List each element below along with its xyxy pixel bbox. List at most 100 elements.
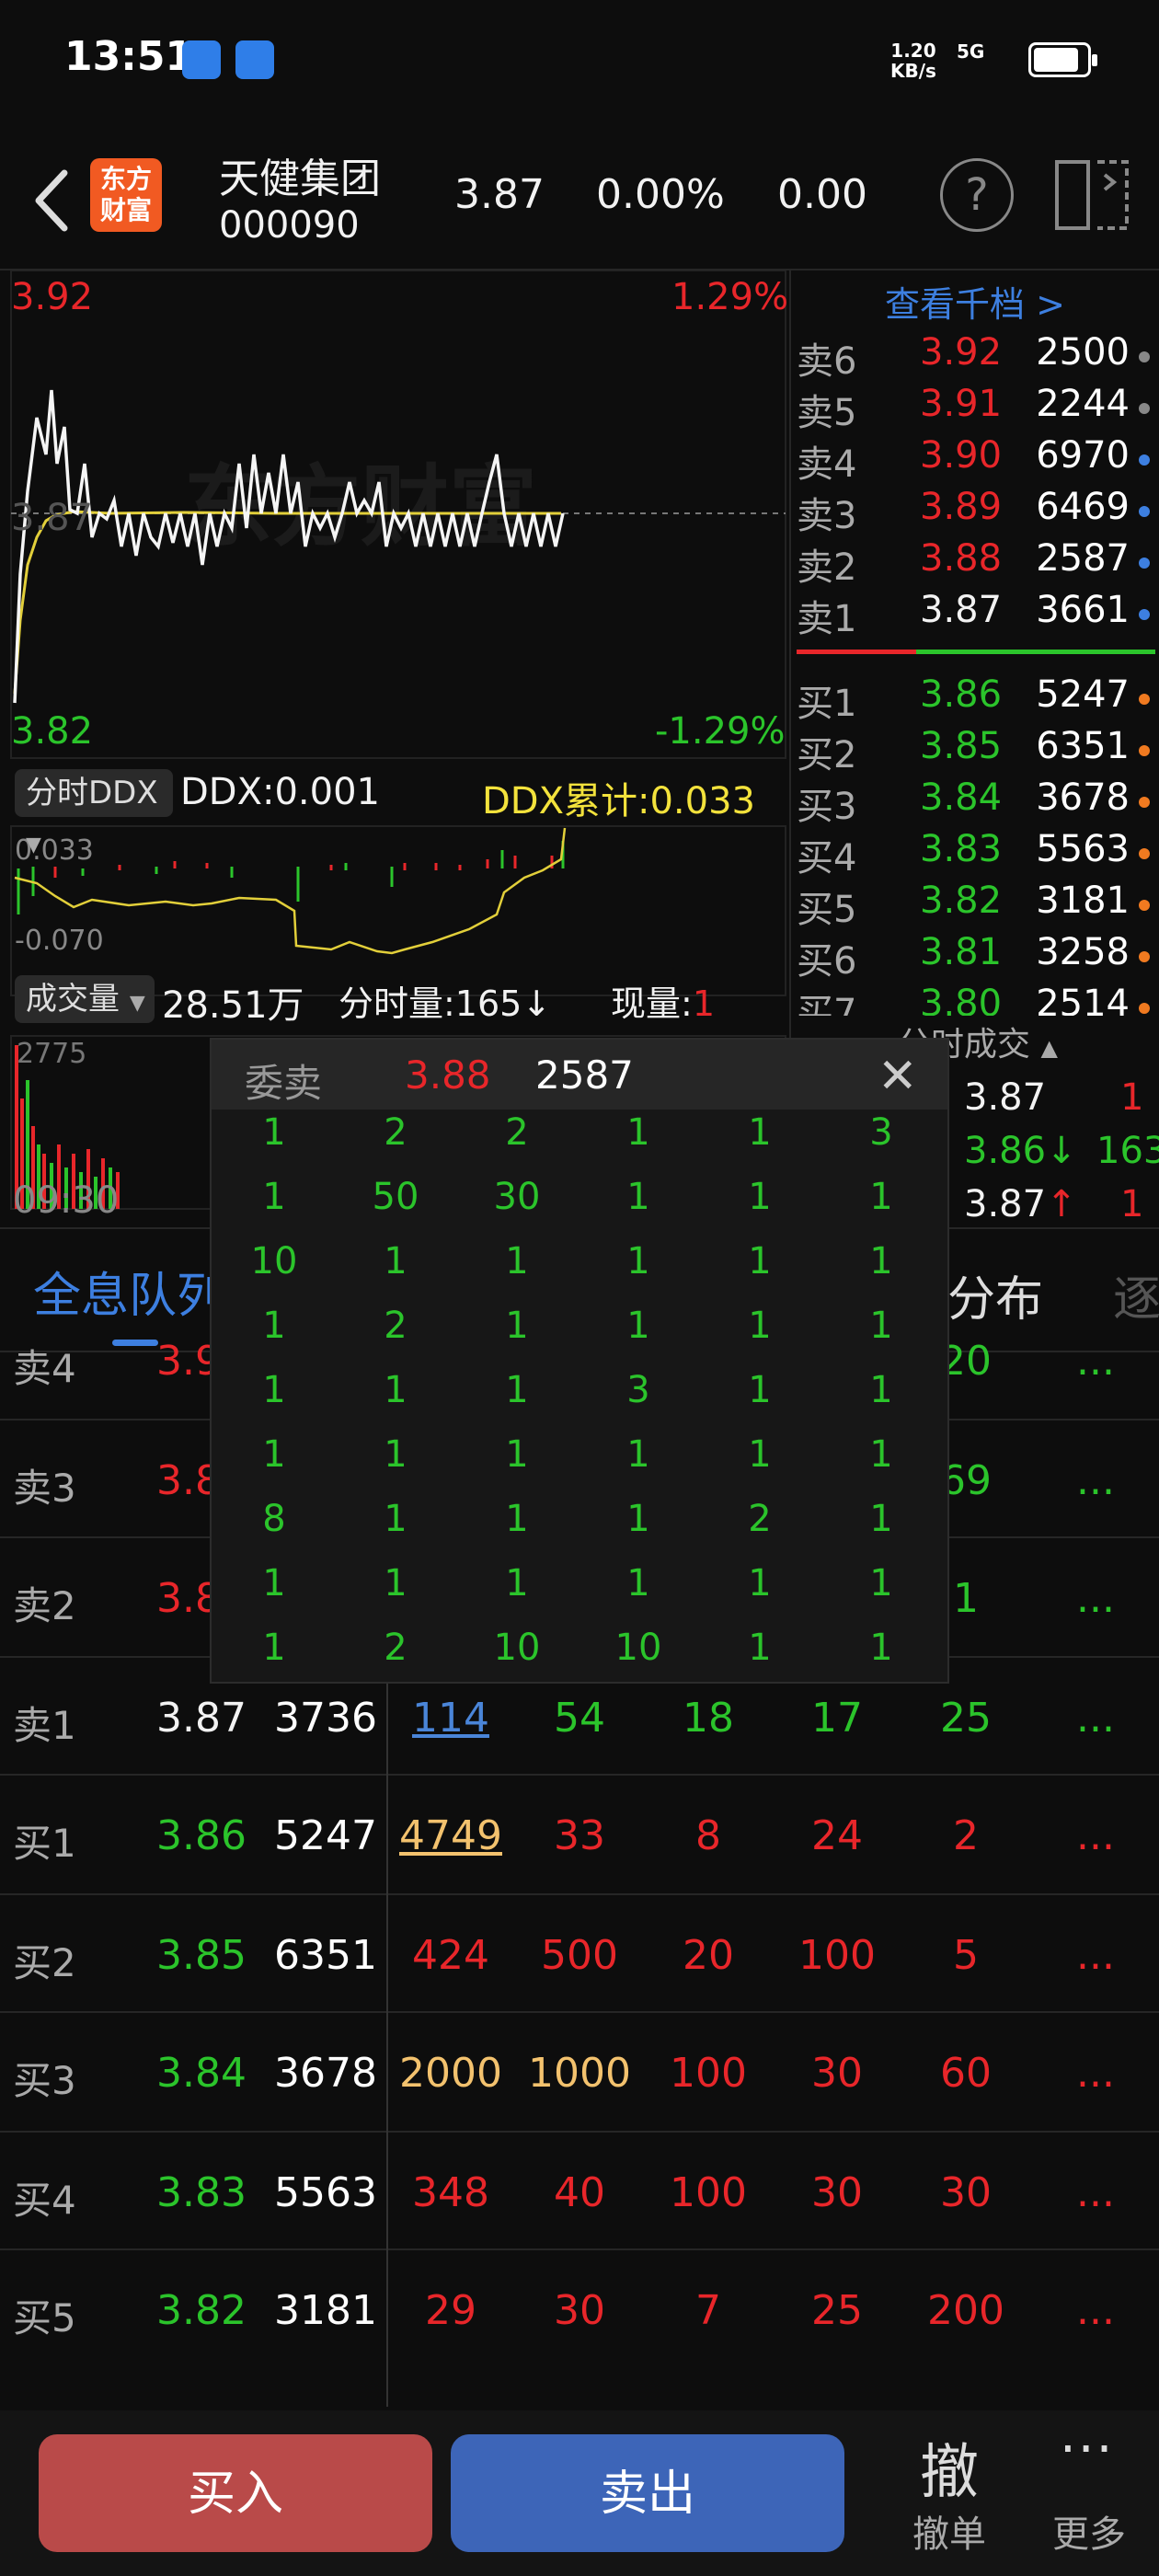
queue-more-icon[interactable]: ... <box>1076 1457 1115 1504</box>
popup-order-cell: 2 <box>505 1111 529 1154</box>
queue-order-size[interactable]: 7 <box>653 2287 763 2334</box>
buy-button[interactable]: 买入 <box>39 2434 432 2552</box>
popup-order-cell: 1 <box>748 1627 772 1669</box>
queue-order-size[interactable]: 114 <box>396 1695 506 1742</box>
ask-volume: 3661 <box>1036 589 1130 631</box>
queue-order-size[interactable]: 500 <box>524 1932 635 1979</box>
tab-step-trades[interactable]: 逐 <box>1113 1260 1159 1329</box>
queue-row[interactable]: 买5 3.82 3181 29 30 7 25 200... <box>0 2248 1159 2368</box>
queue-row[interactable]: 买4 3.83 5563 348 40 100 30 30... <box>0 2131 1159 2250</box>
popup-order-cell: 3 <box>869 1111 893 1154</box>
queue-order-size[interactable]: 30 <box>524 2287 635 2334</box>
queue-order-size[interactable]: 25 <box>782 2287 892 2334</box>
popup-order-cell: 1 <box>626 1176 650 1218</box>
queue-order-size[interactable]: 24 <box>782 1812 892 1859</box>
queue-row[interactable]: 买2 3.85 6351 424 500 20 100 5... <box>0 1893 1159 2013</box>
queue-more-icon[interactable]: ... <box>1076 1812 1115 1859</box>
tick-volume: 163 <box>1096 1130 1159 1172</box>
cancel-order-label[interactable]: 撤单 <box>912 2504 986 2558</box>
queue-order-size[interactable]: 17 <box>782 1695 892 1742</box>
bid-price: 3.81 <box>920 931 1003 973</box>
volume-indicator-selector[interactable]: 成交量 ▼ <box>15 975 155 1023</box>
popup-order-cell: 1 <box>626 1498 650 1540</box>
queue-order-size[interactable]: 18 <box>653 1695 763 1742</box>
bid-level[interactable]: 买6 3.81 3258 <box>797 931 1155 983</box>
back-icon[interactable] <box>28 164 83 237</box>
queue-order-size[interactable]: 100 <box>653 2050 763 2097</box>
queue-row[interactable]: 买1 3.86 5247 4749 33 8 24 2... <box>0 1774 1159 1893</box>
bid-level[interactable]: 买7 3.80 2514 <box>797 983 1155 1016</box>
network-type: 5G <box>957 40 985 63</box>
tab-distribution[interactable]: 分布 <box>947 1260 1043 1329</box>
bid-level[interactable]: 买4 3.83 5563 <box>797 828 1155 880</box>
queue-order-size[interactable]: 5 <box>911 1932 1021 1979</box>
popup-order-cell: 1 <box>262 1627 286 1669</box>
ask-level[interactable]: 卖4 3.90 6970 <box>797 434 1155 486</box>
queue-order-size[interactable]: 100 <box>653 2169 763 2216</box>
sell-button[interactable]: 卖出 <box>451 2434 844 2552</box>
queue-more-icon[interactable]: ... <box>1076 2287 1115 2334</box>
ask-volume: 2587 <box>1036 537 1130 580</box>
view-1000-levels-link[interactable]: 查看千档 > <box>885 276 1065 327</box>
ask-level[interactable]: 卖5 3.91 2244 <box>797 383 1155 434</box>
queue-order-size[interactable]: 30 <box>782 2169 892 2216</box>
queue-order-size[interactable]: 25 <box>911 1695 1021 1742</box>
ask-level[interactable]: 卖3 3.89 6469 <box>797 486 1155 537</box>
popup-order-cell: 1 <box>505 1305 529 1347</box>
popup-order-cell: 1 <box>626 1305 650 1347</box>
ask-price: 3.90 <box>920 434 1003 477</box>
ddx-axis-bottom: -0.070 <box>15 925 104 957</box>
queue-more-icon[interactable]: ... <box>1076 2169 1115 2216</box>
queue-order-size[interactable]: 20 <box>653 1932 763 1979</box>
close-icon[interactable]: ✕ <box>878 1049 918 1104</box>
queue-order-size[interactable]: 200 <box>911 2287 1021 2334</box>
queue-volume: 3181 <box>274 2287 377 2334</box>
queue-order-size[interactable]: 30 <box>911 2169 1021 2216</box>
queue-more-icon[interactable]: ... <box>1076 1695 1115 1742</box>
queue-order-size[interactable]: 1000 <box>524 2050 635 2097</box>
queue-order-size[interactable]: 4749 <box>396 1812 506 1859</box>
bid-level[interactable]: 买1 3.86 5247 <box>797 673 1155 725</box>
queue-more-icon[interactable]: ... <box>1076 1575 1115 1622</box>
queue-more-icon[interactable]: ... <box>1076 2050 1115 2097</box>
queue-order-size[interactable]: 60 <box>911 2050 1021 2097</box>
ddx-indicator-selector[interactable]: 分时DDX ▼ <box>15 769 173 857</box>
ask-label: 卖2 <box>797 546 857 589</box>
ask-level[interactable]: 卖1 3.87 3661 <box>797 589 1155 640</box>
ask-price: 3.87 <box>920 589 1003 631</box>
popup-order-cell: 1 <box>869 1305 893 1347</box>
popup-order-cell: 1 <box>505 1498 529 1540</box>
cancel-order-icon[interactable]: 撤 <box>920 2425 979 2510</box>
ask-change-dot <box>1139 506 1150 517</box>
fold-screen-icon[interactable] <box>1053 158 1130 232</box>
queue-order-size[interactable]: 2000 <box>396 2050 506 2097</box>
bid-level[interactable]: 买2 3.85 6351 <box>797 725 1155 776</box>
queue-order-size[interactable]: 29 <box>396 2287 506 2334</box>
queue-order-size[interactable]: 100 <box>782 1932 892 1979</box>
queue-order-size[interactable]: 54 <box>524 1695 635 1742</box>
ask-level[interactable]: 卖2 3.88 2587 <box>797 537 1155 589</box>
bid-change-dot <box>1139 951 1150 962</box>
bid-price: 3.80 <box>920 983 1003 1016</box>
bid-level[interactable]: 买3 3.84 3678 <box>797 776 1155 828</box>
queue-order-size[interactable]: 30 <box>782 2050 892 2097</box>
more-label[interactable]: 更多 <box>1052 2504 1126 2558</box>
queue-order-size[interactable]: 33 <box>524 1812 635 1859</box>
battery-icon <box>1028 42 1097 77</box>
tick-volume: 1 <box>1120 1076 1144 1119</box>
queue-order-size[interactable]: 40 <box>524 2169 635 2216</box>
queue-order-size[interactable]: 348 <box>396 2169 506 2216</box>
help-icon[interactable]: ? <box>940 158 1014 232</box>
queue-order-size[interactable]: 2 <box>911 1812 1021 1859</box>
queue-more-icon[interactable]: ... <box>1076 1932 1115 1979</box>
queue-row[interactable]: 买3 3.84 3678 2000 1000 100 30 60... <box>0 2011 1159 2131</box>
queue-order-size[interactable]: 424 <box>396 1932 506 1979</box>
queue-more-icon[interactable]: ... <box>1076 1341 1115 1385</box>
tab-queue[interactable]: 全息队列 <box>33 1257 224 1326</box>
popup-order-cell: 1 <box>262 1433 286 1476</box>
more-icon[interactable]: ··· <box>1060 2420 1114 2479</box>
ddx-cumulative: DDX累计:0.033 <box>482 780 755 822</box>
ask-level[interactable]: 卖6 3.92 2500 <box>797 331 1155 383</box>
queue-order-size[interactable]: 8 <box>653 1812 763 1859</box>
bid-level[interactable]: 买5 3.82 3181 <box>797 880 1155 931</box>
